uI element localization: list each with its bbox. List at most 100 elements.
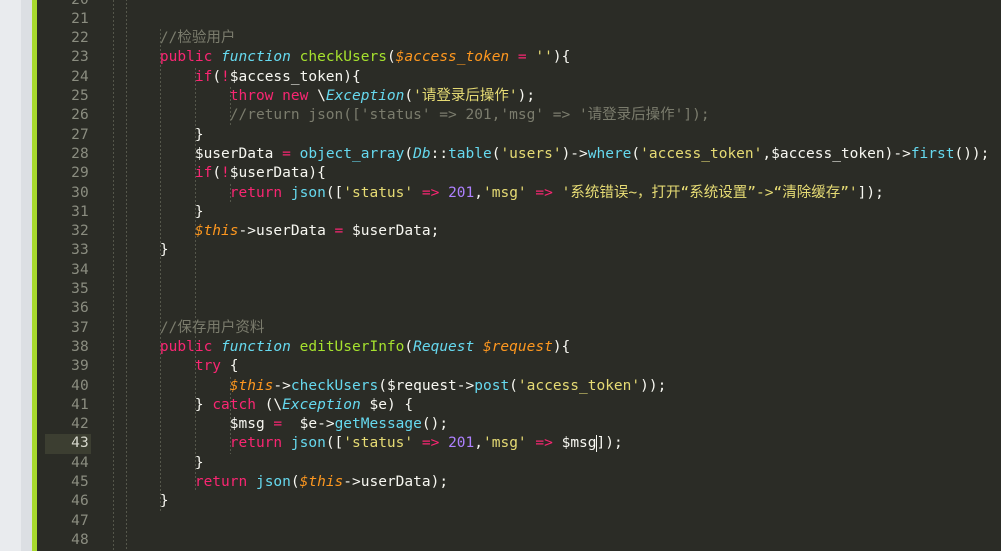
- line-number[interactable]: 33: [37, 241, 89, 260]
- code-line[interactable]: 22 //检验用户: [37, 29, 1001, 48]
- line-number[interactable]: 44: [37, 454, 89, 473]
- code-line[interactable]: 44 }: [37, 454, 1001, 473]
- code-line-text[interactable]: return json(['status' => 201,'msg' => '系…: [125, 184, 884, 203]
- code-line[interactable]: 45 return json($this->userData);: [37, 473, 1001, 492]
- code-line-text[interactable]: return json(['status' => 201,'msg' => $m…: [125, 434, 623, 453]
- code-line-text[interactable]: }: [125, 241, 169, 260]
- line-number[interactable]: 20: [37, 0, 89, 10]
- line-number[interactable]: 24: [37, 68, 89, 87]
- code-line[interactable]: 20: [37, 0, 1001, 10]
- code-line-text[interactable]: if(!$userData){: [125, 164, 326, 183]
- token-punc: )->: [561, 145, 588, 162]
- token-punc: (\: [264, 396, 283, 413]
- token-kw: if: [194, 68, 213, 85]
- code-editor[interactable]: 202122 //检验用户23 public function checkUse…: [0, 0, 1001, 551]
- line-number[interactable]: 38: [37, 338, 89, 357]
- code-line[interactable]: 24 if(!$access_token){: [37, 68, 1001, 87]
- line-number[interactable]: 48: [37, 531, 89, 550]
- code-line[interactable]: 34: [37, 261, 1001, 280]
- code-line-text[interactable]: }: [125, 454, 204, 473]
- code-line-text[interactable]: $this->checkUsers($request->post('access…: [125, 377, 667, 396]
- line-number[interactable]: 34: [37, 261, 89, 280]
- code-line-text[interactable]: //检验用户: [125, 29, 235, 48]
- line-number[interactable]: 41: [37, 396, 89, 415]
- code-line-text[interactable]: }: [125, 126, 204, 145]
- code-line-text[interactable]: }: [125, 492, 169, 511]
- code-line[interactable]: 38 public function editUserInfo(Request …: [37, 338, 1001, 357]
- code-line-text[interactable]: }: [125, 203, 204, 222]
- code-line-text[interactable]: if(!$access_token){: [125, 68, 361, 87]
- code-line-text[interactable]: $this->userData = $userData;: [125, 222, 439, 241]
- code-line[interactable]: 21: [37, 10, 1001, 29]
- code-line[interactable]: 37 //保存用户资料: [37, 319, 1001, 338]
- code-line-text[interactable]: //return json(['status' => 201,'msg' => …: [125, 106, 710, 125]
- code-line-text[interactable]: public function checkUsers($access_token…: [125, 48, 570, 67]
- token-str: 'access_token': [640, 145, 763, 162]
- code-line-text[interactable]: return json($this->userData);: [125, 473, 448, 492]
- code-line-text[interactable]: public function editUserInfo(Request $re…: [125, 338, 570, 357]
- line-number[interactable]: 47: [37, 512, 89, 531]
- code-line[interactable]: 40 $this->checkUsers($request->post('acc…: [37, 377, 1001, 396]
- line-number[interactable]: 37: [37, 319, 89, 338]
- line-number[interactable]: 25: [37, 87, 89, 106]
- code-line[interactable]: 39 try {: [37, 357, 1001, 376]
- token-punc: ));: [640, 377, 667, 394]
- line-number[interactable]: 23: [37, 48, 89, 67]
- code-line[interactable]: 30 return json(['status' => 201,'msg' =>…: [37, 184, 1001, 203]
- line-number[interactable]: 36: [37, 299, 89, 318]
- code-line[interactable]: 42 $msg = $e->getMessage();: [37, 415, 1001, 434]
- code-line[interactable]: 28 $userData = object_array(Db::table('u…: [37, 145, 1001, 164]
- line-number[interactable]: 31: [37, 203, 89, 222]
- line-number[interactable]: 43: [37, 434, 89, 453]
- line-number[interactable]: 22: [37, 29, 89, 48]
- code-line[interactable]: 41 } catch (\Exception $e) {: [37, 396, 1001, 415]
- code-line[interactable]: 48: [37, 531, 1001, 550]
- token-cls: Exception: [282, 396, 361, 413]
- line-number[interactable]: 42: [37, 415, 89, 434]
- line-number[interactable]: 45: [37, 473, 89, 492]
- line-number[interactable]: 40: [37, 377, 89, 396]
- code-line-text[interactable]: } catch (\Exception $e) {: [125, 396, 413, 415]
- code-line-text[interactable]: try {: [125, 357, 239, 376]
- code-line[interactable]: 29 if(!$userData){: [37, 164, 1001, 183]
- token-fn: checkUsers: [299, 49, 387, 66]
- code-line[interactable]: 31 }: [37, 203, 1001, 222]
- code-line[interactable]: 27 }: [37, 126, 1001, 145]
- code-line[interactable]: 35: [37, 280, 1001, 299]
- code-line[interactable]: 23 public function checkUsers($access_to…: [37, 48, 1001, 67]
- token-method: json: [290, 435, 326, 452]
- token-kw: return: [229, 435, 283, 452]
- token-punc: ){: [552, 49, 571, 66]
- token-method: where: [587, 145, 632, 162]
- line-number[interactable]: 39: [37, 357, 89, 376]
- editor-surface[interactable]: 202122 //检验用户23 public function checkUse…: [37, 0, 1001, 551]
- line-number[interactable]: 46: [37, 492, 89, 511]
- code-line-text[interactable]: $userData = object_array(Db::table('user…: [125, 145, 990, 164]
- code-line[interactable]: 47: [37, 512, 1001, 531]
- code-line-text[interactable]: throw new \Exception('请登录后操作');: [125, 87, 535, 106]
- line-number[interactable]: 32: [37, 222, 89, 241]
- token-str: 'status': [343, 435, 414, 452]
- code-lines-container[interactable]: 202122 //检验用户23 public function checkUse…: [37, 0, 1001, 551]
- line-number[interactable]: 21: [37, 10, 89, 29]
- code-line[interactable]: 36: [37, 299, 1001, 318]
- line-number[interactable]: 30: [37, 184, 89, 203]
- line-number[interactable]: 28: [37, 145, 89, 164]
- token-this: $this: [194, 223, 239, 240]
- code-line-text[interactable]: //保存用户资料: [125, 319, 264, 338]
- line-number[interactable]: 35: [37, 280, 89, 299]
- line-number[interactable]: 26: [37, 106, 89, 125]
- line-number[interactable]: 29: [37, 164, 89, 183]
- token-punc: }: [159, 242, 169, 259]
- line-number[interactable]: 27: [37, 126, 89, 145]
- code-line[interactable]: 46 }: [37, 492, 1001, 511]
- code-line-text[interactable]: $msg = $e->getMessage();: [125, 415, 448, 434]
- code-line[interactable]: 25 throw new \Exception('请登录后操作');: [37, 87, 1001, 106]
- code-line[interactable]: 43 return json(['status' => 201,'msg' =>…: [37, 434, 1001, 454]
- code-line[interactable]: 26 //return json(['status' => 201,'msg' …: [37, 106, 1001, 125]
- code-line[interactable]: 33 }: [37, 241, 1001, 260]
- code-line[interactable]: 32 $this->userData = $userData;: [37, 222, 1001, 241]
